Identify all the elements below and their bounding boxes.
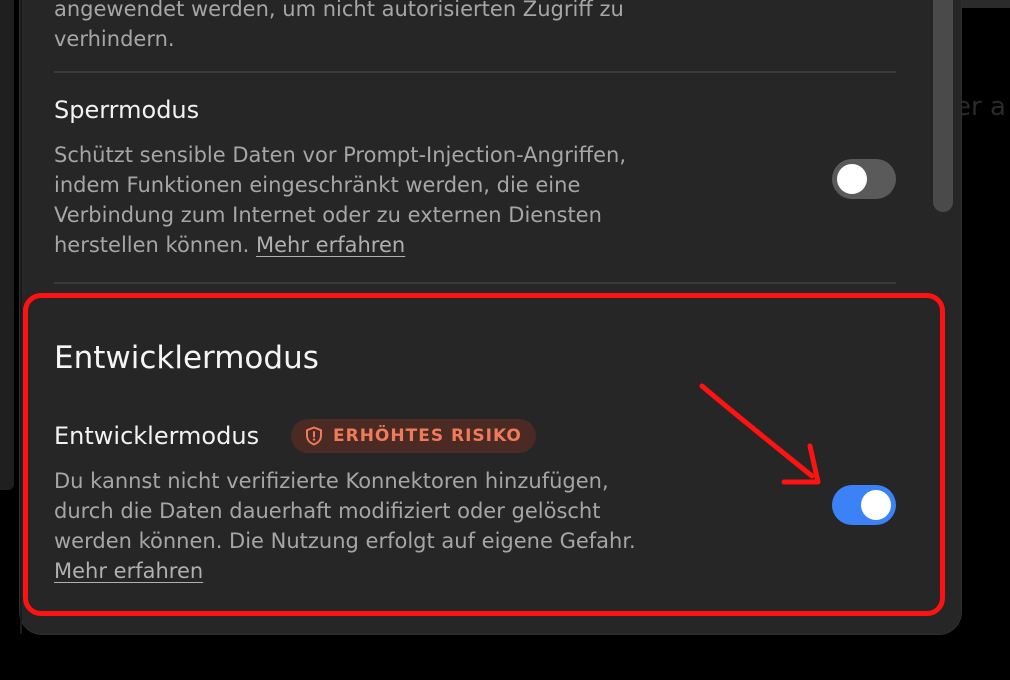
background-topright-edge <box>960 0 1010 8</box>
developer-mode-title: Entwicklermodus <box>54 422 260 450</box>
developer-mode-description-text: Du kannst nicht verifizierte Konnektoren… <box>54 469 636 553</box>
developer-mode-learn-more-link[interactable]: Mehr erfahren <box>54 559 203 583</box>
settings-modal: angewendet werden, um nicht autorisierte… <box>20 0 961 634</box>
modal-left-edge <box>20 0 22 634</box>
developer-mode-description: Du kannst nicht verifizierte Konnektoren… <box>54 466 654 586</box>
toggle-knob <box>837 164 867 194</box>
lock-mode-toggle[interactable] <box>832 159 896 199</box>
shield-alert-icon <box>305 426 323 446</box>
lock-mode-learn-more-link[interactable]: Mehr erfahren <box>256 233 405 257</box>
risk-badge-label: ERHÖHTES RISIKO <box>333 426 522 446</box>
toggle-knob <box>861 490 891 520</box>
developer-mode-toggle[interactable] <box>832 485 896 525</box>
previous-setting-description: angewendet werden, um nicht autorisierte… <box>54 0 624 51</box>
lock-mode-title: Sperrmodus <box>54 96 200 124</box>
background-left-panel <box>0 0 14 490</box>
lock-mode-description: Schützt sensible Daten vor Prompt-Inject… <box>54 140 654 260</box>
risk-badge: ERHÖHTES RISIKO <box>291 419 536 453</box>
divider <box>54 282 896 284</box>
divider <box>54 71 896 73</box>
developer-section-heading: Entwicklermodus <box>54 340 319 376</box>
scrollbar-thumb[interactable] <box>933 0 953 212</box>
background-text: er a <box>955 92 1006 122</box>
